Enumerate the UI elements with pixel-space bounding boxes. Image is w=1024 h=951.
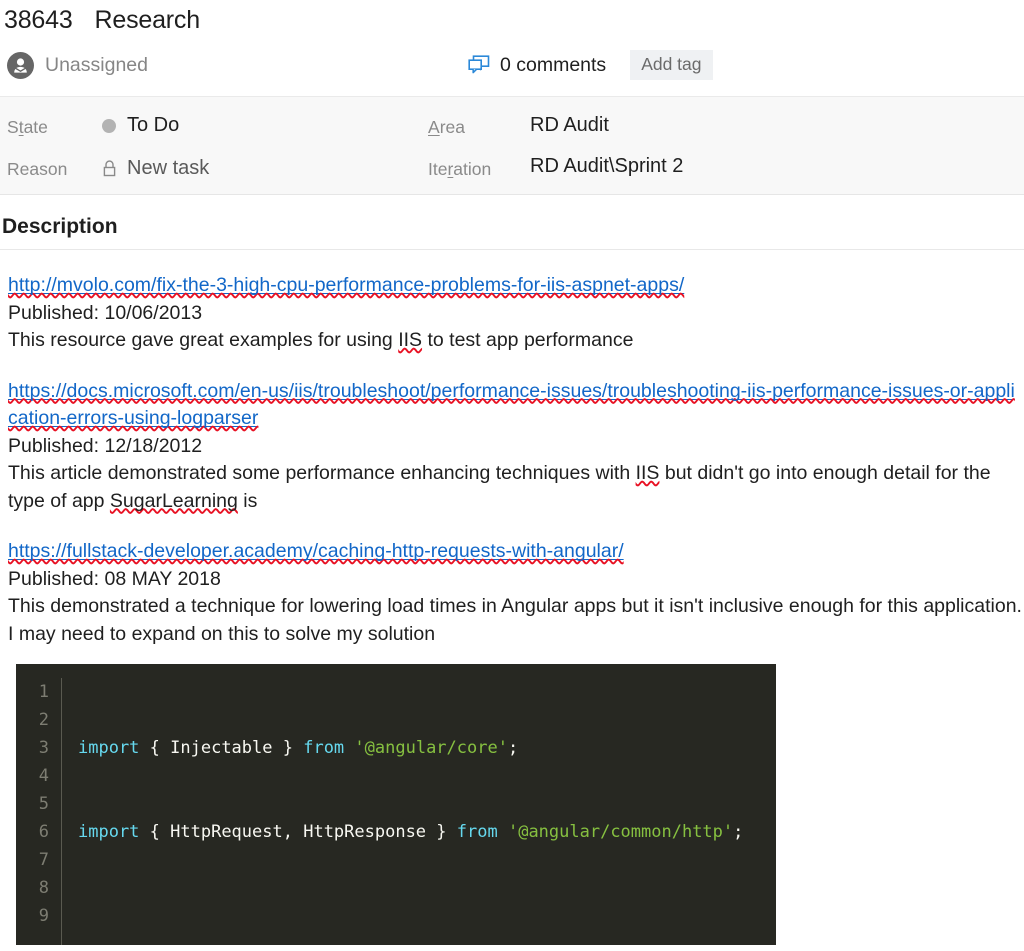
description-entry: https://fullstack-developer.academy/cach… <box>8 538 1024 648</box>
reason-value: New task <box>102 157 209 180</box>
line-number: 7 <box>16 846 49 874</box>
line-number: 6 <box>16 818 49 846</box>
entry-note: This resource gave great examples for us… <box>8 327 1024 355</box>
state-value[interactable]: To Do <box>102 114 179 137</box>
assignee-field[interactable]: Unassigned <box>7 52 148 79</box>
iteration-value[interactable]: RD Audit\Sprint 2 <box>530 155 683 178</box>
reference-link[interactable]: https://docs.microsoft.com/en-us/iis/tro… <box>8 378 1024 433</box>
line-number: 4 <box>16 762 49 790</box>
work-item-header: 38643 Research Unassigned <box>0 0 1024 96</box>
state-dot-icon <box>102 119 116 133</box>
state-label: State <box>7 117 48 138</box>
code-line: import { HttpRequest, HttpResponse } fro… <box>78 818 776 846</box>
code-content: import { Injectable } from '@angular/cor… <box>62 678 776 945</box>
reference-link[interactable]: https://fullstack-developer.academy/cach… <box>8 538 1024 566</box>
entry-note: This article demonstrated some performan… <box>8 460 1024 515</box>
description-entry: https://docs.microsoft.com/en-us/iis/tro… <box>8 378 1024 516</box>
description-heading: Description <box>0 195 1024 249</box>
area-value-text: RD Audit <box>530 114 609 137</box>
line-number: 2 <box>16 706 49 734</box>
work-item-id: 38643 <box>4 6 73 35</box>
description-body[interactable]: http://mvolo.com/fix-the-3-high-cpu-perf… <box>0 250 1024 648</box>
comments-field[interactable]: 0 comments <box>468 54 606 77</box>
comments-count-label: 0 comments <box>500 54 606 77</box>
iteration-value-text: RD Audit\Sprint 2 <box>530 155 683 178</box>
reason-label: Reason <box>7 159 67 180</box>
work-item-title[interactable]: Research <box>95 6 200 35</box>
line-number: 9 <box>16 902 49 930</box>
description-entry: http://mvolo.com/fix-the-3-high-cpu-perf… <box>8 272 1024 355</box>
iteration-label: Iteration <box>428 159 491 180</box>
assignee-name: Unassigned <box>45 54 148 77</box>
line-number: 3 <box>16 734 49 762</box>
comment-icon <box>468 55 490 75</box>
line-number: 1 <box>16 678 49 706</box>
state-value-text: To Do <box>127 114 179 137</box>
code-line-numbers: 1 2 3 4 5 6 7 8 9 <box>16 678 62 945</box>
published-date: Published: 10/06/2013 <box>8 300 1024 328</box>
line-number: 5 <box>16 790 49 818</box>
entry-note: This demonstrated a technique for loweri… <box>8 593 1024 648</box>
state-fields-band: State To Do Reason New task Area RD Audi… <box>0 96 1024 195</box>
code-line <box>78 902 776 930</box>
code-line: import { Injectable } from '@angular/cor… <box>78 734 776 762</box>
area-value[interactable]: RD Audit <box>530 114 609 137</box>
add-tag-button[interactable]: Add tag <box>630 50 712 81</box>
reference-link[interactable]: http://mvolo.com/fix-the-3-high-cpu-perf… <box>8 272 1024 300</box>
published-date: Published: 12/18/2012 <box>8 433 1024 461</box>
avatar <box>7 52 34 79</box>
reason-value-text: New task <box>127 157 209 180</box>
work-item-meta-row: Unassigned 0 comments Add tag <box>0 34 1024 96</box>
area-label: Area <box>428 117 465 138</box>
code-block[interactable]: 1 2 3 4 5 6 7 8 9 import { Injectable } … <box>16 664 776 945</box>
published-date: Published: 08 MAY 2018 <box>8 566 1024 594</box>
title-row: 38643 Research <box>0 0 1024 34</box>
line-number: 8 <box>16 874 49 902</box>
lock-icon <box>102 160 117 177</box>
